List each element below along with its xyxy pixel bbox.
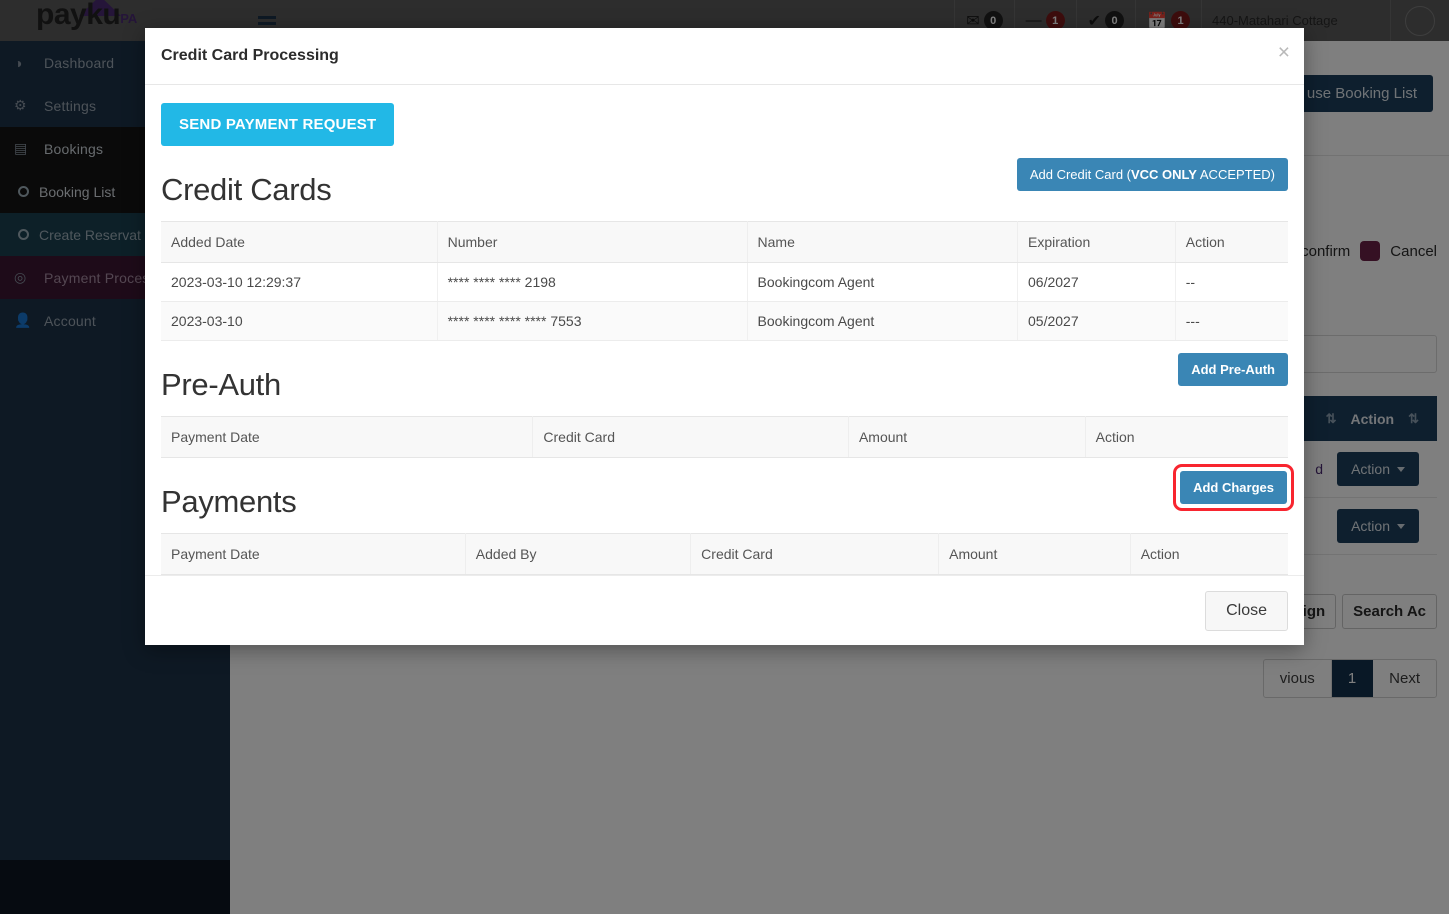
cell-added-date: 2023-03-10 12:29:37 [161, 262, 438, 302]
modal-body: SEND PAYMENT REQUEST Credit Cards Add Cr… [145, 85, 1304, 575]
column-header-added-by: Added By [465, 533, 692, 575]
table-row[interactable]: 2023-03-10 12:29:37 **** **** **** 2198 … [161, 262, 1288, 302]
credit-cards-title: Credit Cards [161, 172, 332, 207]
send-payment-request-button[interactable]: SEND PAYMENT REQUEST [161, 103, 395, 146]
credit-cards-section-header: Credit Cards Add Credit Card (VCC ONLY A… [161, 158, 1288, 207]
column-header-action: Action [1130, 533, 1288, 575]
cell-expiration: 05/2027 [1017, 301, 1176, 341]
cell-name: Bookingcom Agent [747, 301, 1019, 341]
table-header-row: Added Date Number Name Expiration Action [161, 221, 1288, 263]
payments-table: Payment Date Added By Credit Card Amount… [161, 533, 1288, 575]
cell-name: Bookingcom Agent [747, 262, 1019, 302]
column-header-payment-date: Payment Date [161, 533, 466, 575]
column-header-credit-card: Credit Card [690, 533, 940, 575]
cell-added-date: 2023-03-10 [161, 301, 438, 341]
column-header-amount: Amount [938, 533, 1131, 575]
add-credit-card-bold: VCC ONLY [1131, 167, 1197, 182]
payments-section-header: Payments Add Charges [161, 464, 1294, 519]
cell-action: -- [1175, 262, 1288, 302]
add-pre-auth-button[interactable]: Add Pre-Auth [1178, 353, 1288, 386]
table-header-row: Payment Date Added By Credit Card Amount… [161, 533, 1288, 575]
add-charges-button[interactable]: Add Charges [1180, 471, 1287, 504]
column-header-added-date: Added Date [161, 221, 438, 263]
credit-card-processing-modal: Credit Card Processing × SEND PAYMENT RE… [145, 28, 1304, 645]
column-header-action: Action [1175, 221, 1288, 263]
cell-expiration: 06/2027 [1017, 262, 1176, 302]
modal-title: Credit Card Processing [161, 47, 339, 64]
send-payment-request-row: SEND PAYMENT REQUEST [161, 103, 1288, 146]
modal-footer: Close [145, 575, 1304, 645]
add-credit-card-suffix: ACCEPTED) [1196, 167, 1275, 182]
column-header-amount: Amount [848, 416, 1086, 458]
add-charges-highlight: Add Charges [1173, 464, 1294, 511]
credit-cards-table: Added Date Number Name Expiration Action… [161, 221, 1288, 341]
modal-header: Credit Card Processing × [145, 28, 1304, 85]
cell-action: --- [1175, 301, 1288, 341]
pre-auth-title: Pre-Auth [161, 367, 281, 402]
pre-auth-section-header: Pre-Auth Add Pre-Auth [161, 353, 1288, 402]
column-header-payment-date: Payment Date [161, 416, 534, 458]
payments-title: Payments [161, 484, 297, 519]
add-credit-card-button[interactable]: Add Credit Card (VCC ONLY ACCEPTED) [1016, 158, 1288, 191]
column-header-number: Number [437, 221, 748, 263]
close-button[interactable]: Close [1205, 590, 1288, 631]
column-header-name: Name [747, 221, 1019, 263]
cell-number: **** **** **** 2198 [437, 262, 748, 302]
column-header-expiration: Expiration [1017, 221, 1176, 263]
column-header-credit-card: Credit Card [532, 416, 849, 458]
close-icon[interactable]: × [1278, 42, 1290, 63]
pre-auth-table: Payment Date Credit Card Amount Action [161, 416, 1288, 458]
column-header-action: Action [1085, 416, 1288, 458]
table-row[interactable]: 2023-03-10 **** **** **** **** 7553 Book… [161, 301, 1288, 341]
table-header-row: Payment Date Credit Card Amount Action [161, 416, 1288, 458]
cell-number: **** **** **** **** 7553 [437, 301, 748, 341]
add-credit-card-prefix: Add Credit Card ( [1029, 167, 1131, 182]
